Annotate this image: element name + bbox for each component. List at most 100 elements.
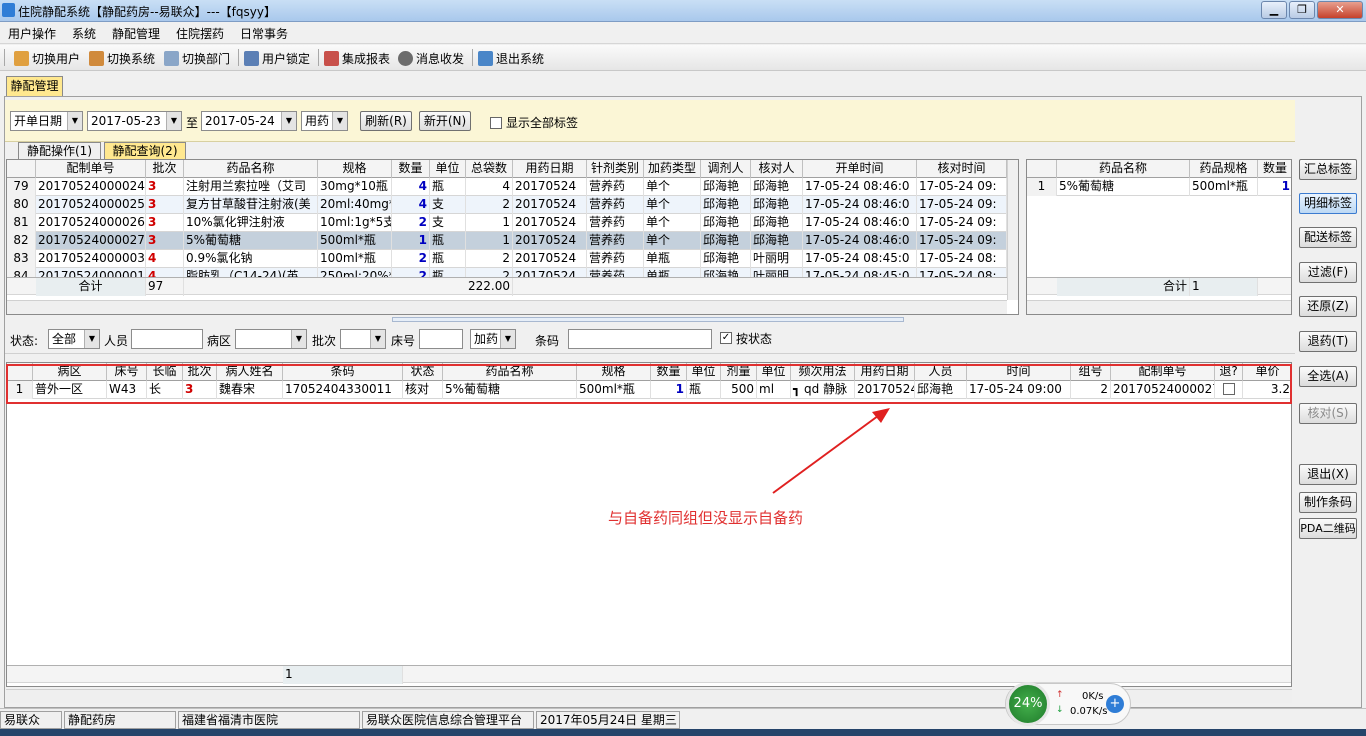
tab-iv-query[interactable]: 静配查询(2) <box>104 142 186 159</box>
qty-cell: 4 <box>392 178 430 196</box>
switch-user-button[interactable]: 切换用户 <box>14 50 80 67</box>
upper-grid-row[interactable]: 79 20170524000024 3 注射用兰索拉唑（艾司 30mg*10瓶 4 瓶 4 20… <box>7 178 1007 196</box>
dispenser-cell: 邱海艳 <box>701 250 751 268</box>
col-header-drug-name[interactable]: 药品名称 <box>1057 160 1190 178</box>
col-header-dispenser[interactable]: 调剂人 <box>701 160 751 178</box>
drug-type-select[interactable]: 用药 ▼ <box>301 111 348 131</box>
person-input[interactable] <box>131 329 203 349</box>
upper-grid-row[interactable]: 82 20170524000027 3 5%葡萄糖 500ml*瓶 1 瓶 1 20170524… <box>7 232 1007 250</box>
switch-dept-button[interactable]: 切换部门 <box>164 50 230 67</box>
exit-icon <box>478 51 493 66</box>
select-all-button[interactable]: 全选(A) <box>1299 366 1357 387</box>
col-header-total-bags[interactable]: 总袋数 <box>466 160 513 178</box>
date-from-picker[interactable]: 2017-05-23 ▼ <box>87 111 182 131</box>
date-to-picker[interactable]: 2017-05-24 ▼ <box>201 111 297 131</box>
date-type-select[interactable]: 开单日期 ▼ <box>10 111 83 131</box>
detail-label-button[interactable]: 明细标签 <box>1299 193 1357 214</box>
close-button[interactable]: ✕ <box>1317 1 1363 19</box>
ward-select[interactable]: ▼ <box>235 329 307 349</box>
by-status-label: 按状态 <box>736 332 773 346</box>
col-header-injection-type[interactable]: 针剂类别 <box>587 160 644 178</box>
show-all-labels-checkbox[interactable] <box>490 117 502 129</box>
filter-button[interactable]: 过滤(F) <box>1299 262 1357 283</box>
menu-inpatient-dispensing[interactable]: 住院摆药 <box>176 25 224 42</box>
barcode-input[interactable] <box>568 329 712 349</box>
col-header-drug-name[interactable]: 药品名称 <box>184 160 318 178</box>
col-header-drug-spec[interactable]: 药品规格 <box>1190 160 1258 178</box>
splitter[interactable] <box>392 317 904 322</box>
module-tab-iv-management[interactable]: 静配管理 <box>6 76 63 96</box>
col-header-order-time[interactable]: 开单时间 <box>803 160 917 178</box>
summary-label-button[interactable]: 汇总标签 <box>1299 159 1357 180</box>
checker-cell: 叶丽明 <box>751 250 803 268</box>
by-status-checkbox[interactable]: ✓ <box>720 332 732 344</box>
check-time-cell: 17-05-24 09: <box>917 178 1007 196</box>
restore-button[interactable]: 还原(Z) <box>1299 296 1357 317</box>
col-header-check-time[interactable]: 核对时间 <box>917 160 1007 178</box>
plus-icon[interactable]: + <box>1106 695 1124 713</box>
med-date-cell: 20170524 <box>513 232 587 250</box>
upper-grid-hscrollbar[interactable] <box>7 300 1007 314</box>
check-button[interactable]: 核对(S) <box>1299 403 1357 424</box>
total-bags-cell: 2 <box>466 196 513 214</box>
upper-grid-row[interactable]: 83 20170524000003 4 0.9%氯化钠 100ml*瓶 2 瓶 2 201705… <box>7 250 1007 268</box>
exit-system-button[interactable]: 退出系统 <box>478 50 544 67</box>
network-widget[interactable]: 24% ↑ 0K/s ↓ 0.07K/s + <box>1005 682 1131 726</box>
upper-grid-row[interactable]: 81 20170524000026 3 10%氯化钾注射液 10ml:1g*5支 2 支 1 2… <box>7 214 1007 232</box>
checker-cell: 邱海艳 <box>751 196 803 214</box>
menu-system[interactable]: 系统 <box>72 25 96 42</box>
batch-select[interactable]: ▼ <box>340 329 386 349</box>
col-header-batch[interactable]: 批次 <box>146 160 184 178</box>
menu-daily-affairs[interactable]: 日常事务 <box>240 25 288 42</box>
tab-iv-operations[interactable]: 静配操作(1) <box>18 142 101 159</box>
bed-input[interactable] <box>419 329 463 349</box>
new-button[interactable]: 新开(N) <box>419 111 471 131</box>
col-header-add-type[interactable]: 加药类型 <box>644 160 701 178</box>
right-grid-hscrollbar[interactable] <box>1027 300 1291 314</box>
med-date-cell: 20170524 <box>513 214 587 232</box>
integrated-report-button[interactable]: 集成报表 <box>324 50 390 67</box>
switch-system-button[interactable]: 切换系统 <box>89 50 155 67</box>
col-header-qty[interactable]: 数量 <box>392 160 430 178</box>
col-header-checker[interactable]: 核对人 <box>751 160 803 178</box>
total-label: 合计 <box>1057 278 1190 296</box>
messages-button[interactable]: 消息收发 <box>398 50 464 67</box>
order-no-cell: 20170524000003 <box>36 250 146 268</box>
col-header-med-date[interactable]: 用药日期 <box>513 160 587 178</box>
add-type-cell: 单个 <box>644 178 701 196</box>
col-header-qty[interactable]: 数量 <box>1258 160 1291 178</box>
refresh-button[interactable]: 刷新(R) <box>360 111 412 131</box>
col-header-spec[interactable]: 规格 <box>318 160 392 178</box>
delivery-label-button[interactable]: 配送标签 <box>1299 227 1357 248</box>
chevron-down-icon: ▼ <box>500 330 515 348</box>
exit-button[interactable]: 退出(X) <box>1299 464 1357 485</box>
status-bar: 易联众 静配药房 福建省福清市医院 易联众医院信息综合管理平台 2017年05月… <box>0 708 1366 730</box>
user-lock-button[interactable]: 用户锁定 <box>244 50 310 67</box>
pda-qrcode-button[interactable]: PDA二维码 <box>1299 518 1357 539</box>
spec-cell: 500ml*瓶 <box>318 232 392 250</box>
spec-cell: 100ml*瓶 <box>318 250 392 268</box>
add-drug-value: 加药 <box>474 332 499 346</box>
person-label: 人员 <box>104 334 129 348</box>
minimize-button[interactable]: ▁ <box>1261 1 1287 19</box>
upper-grid-vscrollbar[interactable] <box>1007 160 1018 300</box>
col-header-unit[interactable]: 单位 <box>430 160 466 178</box>
status-date: 2017年05月24日 星期三 <box>536 711 680 729</box>
dispenser-cell: 邱海艳 <box>701 214 751 232</box>
drug-name-cell: 复方甘草酸苷注射液(美 <box>184 196 318 214</box>
col-header-order-no[interactable]: 配制单号 <box>36 160 146 178</box>
upper-grid-row[interactable]: 80 20170524000025 3 复方甘草酸苷注射液(美 20ml:40mg* 4 支… <box>7 196 1007 214</box>
users-icon <box>14 51 29 66</box>
menu-iv-management[interactable]: 静配管理 <box>112 25 160 42</box>
add-type-cell: 单个 <box>644 232 701 250</box>
taskbar <box>0 729 1366 736</box>
add-drug-select[interactable]: 加药 ▼ <box>470 329 516 349</box>
menu-user-ops[interactable]: 用户操作 <box>8 25 56 42</box>
return-drug-button[interactable]: 退药(T) <box>1299 331 1357 352</box>
qty-cell: 4 <box>392 196 430 214</box>
make-barcode-button[interactable]: 制作条码 <box>1299 492 1357 513</box>
right-grid-row[interactable]: 1 5%葡萄糖 500ml*瓶 1 <box>1027 178 1291 196</box>
status-select[interactable]: 全部 ▼ <box>48 329 100 349</box>
maximize-button[interactable]: ❐ <box>1289 1 1315 19</box>
info-icon <box>398 51 413 66</box>
